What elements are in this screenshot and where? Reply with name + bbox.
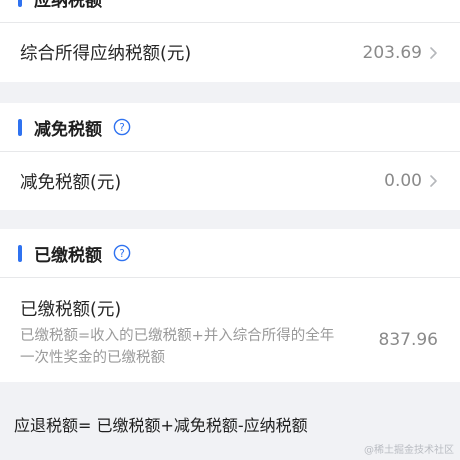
row-right: 203.69 (363, 43, 438, 63)
row-value: 837.96 (378, 330, 438, 350)
refund-formula: 应退税额= 已缴税额+减免税额-应纳税额 (14, 416, 308, 435)
question-circle-icon[interactable]: ? (113, 244, 131, 262)
reduction-section-header: 减免税额 ? (0, 103, 460, 151)
reduction-row[interactable]: 减免税额(元) 0.00 (0, 152, 460, 210)
payable-row[interactable]: 综合所得应纳税额(元) 203.69 (0, 23, 460, 82)
section-title: 应纳税额 (34, 0, 102, 11)
section-accent-bar (18, 0, 22, 7)
question-circle-icon[interactable]: ? (113, 118, 131, 136)
svg-text:?: ? (119, 122, 125, 134)
section-title: 减免税额 (34, 119, 102, 140)
watermark: @稀土掘金技术社区 (364, 445, 454, 456)
chevron-right-icon (430, 46, 437, 59)
paid-row: 已缴税额(元) 已缴税额=收入的已缴税额+并入综合所得的全年 一次性奖金的已缴税… (0, 278, 460, 382)
section-title: 已缴税额 (34, 245, 102, 266)
row-right: 0.00 (384, 171, 438, 191)
row-value: 203.69 (362, 42, 422, 63)
section-accent-bar (18, 118, 22, 136)
row-description-line: 已缴税额=收入的已缴税额+并入综合所得的全年 (20, 328, 335, 344)
payable-card: 应纳税额 综合所得应纳税额(元) 203.69 (0, 0, 460, 82)
row-label: 综合所得应纳税额(元) (20, 44, 192, 64)
reduction-card: 减免税额 ? 减免税额(元) 0.00 (0, 103, 460, 210)
row-label: 已缴税额(元) (20, 300, 122, 320)
payable-section-header: 应纳税额 (0, 0, 460, 22)
row-label: 减免税额(元) (20, 172, 122, 193)
row-value: 0.00 (384, 171, 422, 191)
paid-row-text: 已缴税额(元) 已缴税额=收入的已缴税额+并入综合所得的全年 一次性奖金的已缴税… (20, 296, 334, 369)
paid-card: 已缴税额 ? 已缴税额(元) 已缴税额=收入的已缴税额+并入综合所得的全年 一次… (0, 229, 460, 382)
paid-section-header: 已缴税额 ? (0, 229, 460, 277)
chevron-right-icon (430, 175, 437, 187)
section-accent-bar (18, 244, 22, 262)
row-description: 已缴税额=收入的已缴税额+并入综合所得的全年 一次性奖金的已缴税额 (20, 325, 334, 369)
svg-text:?: ? (119, 248, 125, 260)
row-description-line: 一次性奖金的已缴税额 (20, 350, 165, 366)
